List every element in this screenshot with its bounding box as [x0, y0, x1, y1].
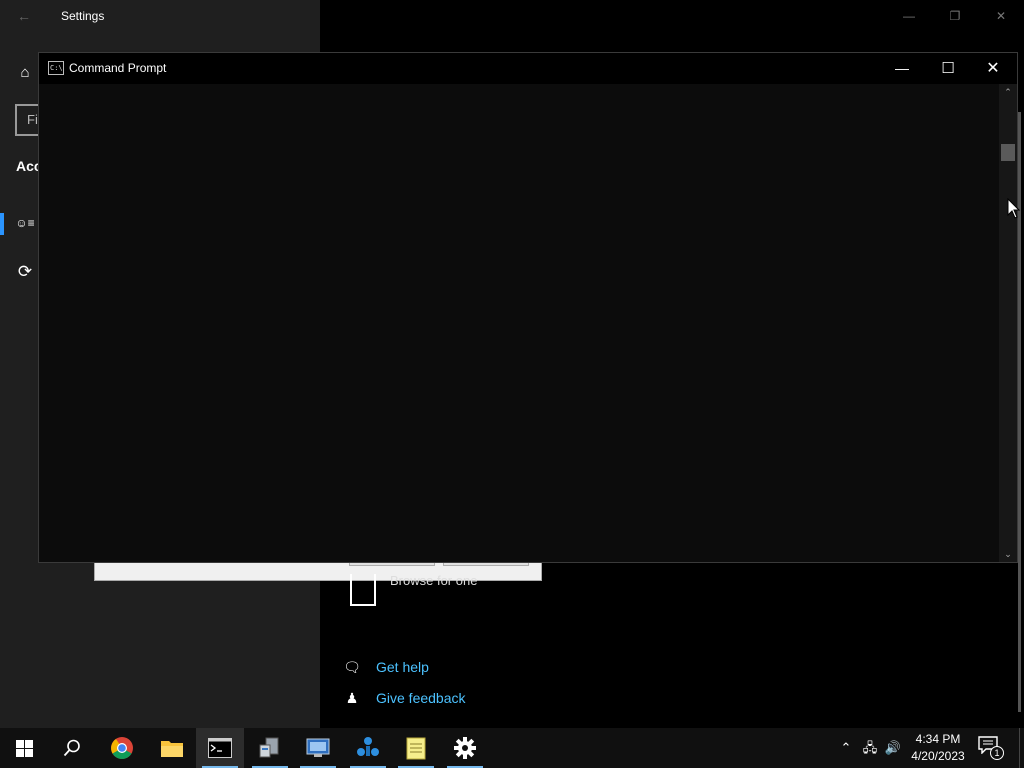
cmd-title: Command Prompt: [69, 61, 167, 75]
settings-close-button[interactable]: ✕: [978, 0, 1024, 32]
scroll-up-arrow-icon[interactable]: ⌃: [999, 84, 1017, 100]
app-taskbar-button-2[interactable]: [294, 728, 342, 768]
clock-date: 4/20/2023: [911, 749, 965, 763]
browse-icon: [350, 574, 376, 606]
taskbar: ⌃ 🖧 🔊 4:34 PM 4/20/2023 1: [0, 728, 1024, 768]
settings-search-placeholder: Fi: [27, 112, 38, 127]
app-taskbar-button-1[interactable]: [246, 728, 294, 768]
settings-taskbar-button[interactable]: [441, 728, 489, 768]
taskbar-clock[interactable]: 4:34 PM 4/20/2023: [906, 731, 970, 765]
chrome-taskbar-button[interactable]: [98, 728, 146, 768]
search-button[interactable]: [48, 728, 96, 768]
cmd-titlebar[interactable]: C:\ Command Prompt — ☐ ✕: [39, 53, 1017, 84]
command-prompt-taskbar-button[interactable]: [196, 728, 244, 768]
folder-icon: [161, 741, 183, 757]
cmd-close-button[interactable]: ✕: [970, 53, 1016, 84]
notification-count-badge: 1: [990, 746, 1004, 760]
scroll-thumb[interactable]: [1001, 144, 1015, 161]
command-prompt-icon: [208, 738, 232, 758]
cmd-maximize-button[interactable]: ☐: [925, 53, 971, 84]
app-taskbar-button-3[interactable]: [344, 728, 392, 768]
search-icon: [63, 739, 80, 757]
scroll-down-arrow-icon[interactable]: ⌄: [999, 546, 1017, 562]
get-help-link[interactable]: Get help: [376, 659, 429, 675]
network-status-icon[interactable]: 🖧: [860, 738, 880, 758]
show-hidden-icons-chevron-icon[interactable]: ⌃: [836, 738, 856, 758]
volume-icon[interactable]: 🔊: [883, 738, 903, 758]
settings-title: Settings: [61, 9, 105, 23]
settings-restore-button[interactable]: ❐: [932, 0, 978, 32]
mouse-cursor-icon: [1007, 198, 1021, 219]
cmd-vertical-scrollbar[interactable]: ⌃ ⌄: [999, 84, 1017, 562]
action-center-button[interactable]: 1: [978, 736, 1006, 760]
back-arrow-icon[interactable]: ←: [10, 6, 38, 26]
notepad-taskbar-button[interactable]: [392, 728, 440, 768]
browse-link[interactable]: Browse for one: [390, 573, 477, 588]
chrome-icon: [111, 737, 133, 759]
server-manager-icon: [259, 737, 279, 758]
clock-time: 4:34 PM: [915, 732, 961, 746]
command-prompt-icon[interactable]: C:\: [48, 61, 64, 75]
notepad-icon: [406, 737, 426, 760]
start-button[interactable]: [0, 728, 48, 768]
file-explorer-taskbar-button[interactable]: [148, 728, 196, 768]
settings-minimize-button[interactable]: —: [886, 0, 932, 32]
network-icon: [357, 737, 379, 756]
give-feedback-icon: ♟: [345, 690, 359, 706]
cmd-console-area[interactable]: [39, 84, 999, 562]
settings-titlebar: ← Settings — ❐ ✕: [0, 0, 1024, 32]
nav-item-sync-icon[interactable]: ⟳: [14, 261, 36, 283]
nav-selection-indicator: [0, 213, 4, 235]
give-feedback-link[interactable]: Give feedback: [376, 690, 466, 706]
windows-logo-icon: [15, 739, 33, 757]
gear-icon: [454, 737, 476, 759]
cmd-minimize-button[interactable]: —: [879, 53, 925, 84]
get-help-icon: 🗨: [343, 659, 361, 675]
remote-desktop-icon: [306, 738, 330, 757]
command-prompt-window: C:\ Command Prompt — ☐ ✕ ⌃ ⌄: [38, 52, 1018, 563]
show-desktop-button[interactable]: [1019, 728, 1024, 768]
home-icon[interactable]: ⌂: [14, 62, 36, 84]
nav-item-account-info-icon[interactable]: ☺≡: [14, 212, 36, 234]
